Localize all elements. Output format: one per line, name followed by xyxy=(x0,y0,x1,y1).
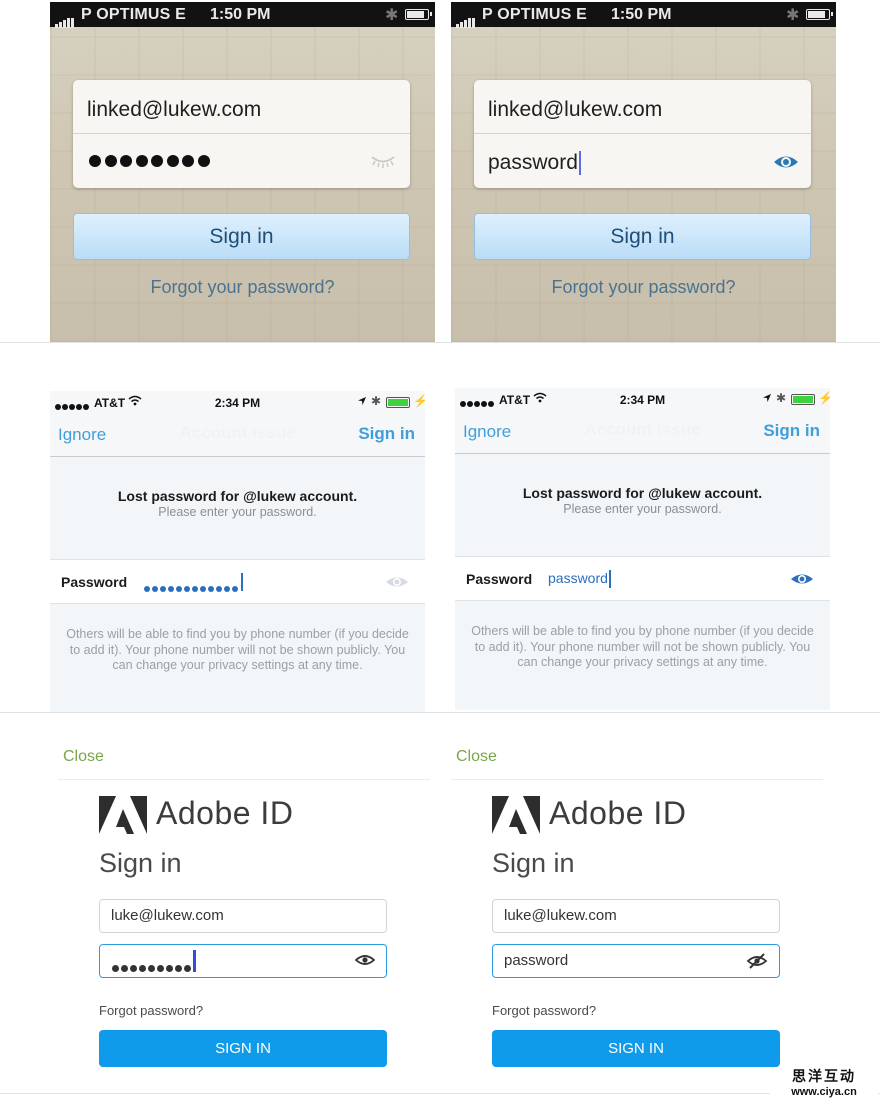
email-field[interactable]: luke@lukew.com xyxy=(492,899,780,933)
password-text: password xyxy=(488,151,578,174)
status-time: 1:50 PM xyxy=(611,6,672,23)
forgot-password-link[interactable]: Forgot password? xyxy=(99,1003,203,1018)
battery-icon xyxy=(386,397,410,408)
phone-screen-masked-ios: AT&T 2:34 PM ✱ ⚡ Ignore Account issue Si… xyxy=(50,391,425,713)
signal-bars-icon xyxy=(456,10,476,28)
login-card: linked@lukew.com xyxy=(73,80,410,188)
hide-password-eye-slash-icon[interactable] xyxy=(746,953,768,969)
charging-icon: ⚡ xyxy=(818,391,830,405)
eye-open-icon[interactable] xyxy=(773,153,799,171)
password-field-visible[interactable]: password xyxy=(488,151,581,176)
eye-closed-icon[interactable] xyxy=(370,152,396,170)
text-cursor xyxy=(193,950,196,972)
email-field[interactable]: linked@lukew.com xyxy=(87,98,261,122)
adobe-signin-visible: Close Adobe ID Sign in luke@lukew.com pa… xyxy=(443,712,823,1102)
battery-icon xyxy=(405,9,432,20)
password-field-masked[interactable] xyxy=(99,944,387,978)
page-title: Sign in xyxy=(492,848,575,878)
status-time: 2:34 PM xyxy=(619,393,666,407)
prompt-subtitle: Please enter your password. xyxy=(563,502,722,516)
phone-screen-visible-ios: AT&T 2:34 PM ✱ ⚡ Ignore Account issue Si… xyxy=(455,388,830,710)
navigation-bar: Ignore Account issue Sign in xyxy=(50,413,425,457)
phone-screen-masked-legacy: P OPTIMUS E 1:50 PM ✱ linked@lukew.com S… xyxy=(50,2,435,342)
charging-icon: ⚡ xyxy=(413,394,425,408)
watermark-url: www.ciya.cn xyxy=(791,1086,857,1098)
password-row: Password password xyxy=(455,556,830,601)
eye-icon[interactable] xyxy=(790,572,814,586)
password-row: Password xyxy=(50,559,425,604)
show-password-eye-icon[interactable] xyxy=(355,953,375,967)
email-field[interactable]: luke@lukew.com xyxy=(99,899,387,933)
status-time: 1:50 PM xyxy=(210,6,271,23)
privacy-info: Others will be able to find you by phone… xyxy=(66,627,409,672)
bluetooth-icon: ✱ xyxy=(385,7,399,24)
status-bar: AT&T 2:34 PM ✱ ⚡ xyxy=(50,391,425,413)
password-field-visible[interactable]: password xyxy=(548,570,611,589)
eye-icon[interactable] xyxy=(385,575,409,589)
password-text: password xyxy=(504,952,569,969)
password-label: Password xyxy=(61,574,128,590)
watermark-title: 思洋互动 xyxy=(792,1068,856,1084)
header-divider xyxy=(58,779,430,780)
password-label: Password xyxy=(466,571,533,587)
prompt-title: Lost password for @lukew account. xyxy=(522,485,763,501)
text-cursor xyxy=(241,573,243,591)
privacy-info: Others will be able to find you by phone… xyxy=(471,624,814,669)
prompt-title: Lost password for @lukew account. xyxy=(117,488,358,504)
bluetooth-icon: ✱ xyxy=(371,394,382,408)
location-arrow-icon xyxy=(763,394,771,402)
prompt-header: Lost password for @lukew account. Please… xyxy=(50,488,425,519)
forgot-password-link[interactable]: Forgot password? xyxy=(492,1003,596,1018)
phone-screen-visible-legacy: P OPTIMUS E 1:50 PM ✱ linked@lukew.com p… xyxy=(451,2,836,342)
email-value: luke@lukew.com xyxy=(504,907,617,924)
text-cursor xyxy=(608,570,611,589)
adobe-signin-masked: Close Adobe ID Sign in luke@lukew.com Fo… xyxy=(50,712,430,1102)
brand-title: Adobe ID xyxy=(549,795,687,831)
email-value: luke@lukew.com xyxy=(111,907,224,924)
email-field[interactable]: linked@lukew.com xyxy=(488,98,662,122)
password-text: password xyxy=(548,570,608,586)
close-button[interactable]: Close xyxy=(456,748,497,766)
sign-in-button[interactable]: Sign in xyxy=(474,213,811,260)
sign-in-button[interactable]: Sign in xyxy=(73,213,410,260)
password-field-masked[interactable] xyxy=(144,573,243,597)
page-title: Sign in xyxy=(99,848,182,878)
watermark: 思洋互动 www.ciya.cn xyxy=(770,1067,878,1103)
forgot-password-link[interactable]: Forgot your password? xyxy=(451,277,836,298)
field-divider xyxy=(474,133,811,134)
header-divider xyxy=(451,779,823,780)
battery-icon xyxy=(806,9,833,20)
location-arrow-icon xyxy=(358,397,366,405)
carrier-label: P OPTIMUS E xyxy=(482,6,588,23)
prompt-subtitle: Please enter your password. xyxy=(158,505,317,519)
bluetooth-icon: ✱ xyxy=(776,391,787,405)
status-time: 2:34 PM xyxy=(214,396,261,410)
adobe-logo-icon xyxy=(99,796,147,834)
signal-bars-icon xyxy=(55,10,75,28)
password-dots xyxy=(112,950,196,979)
status-bar: P OPTIMUS E 1:50 PM ✱ xyxy=(451,2,836,28)
prompt-header: Lost password for @lukew account. Please… xyxy=(455,485,830,516)
brand-title: Adobe ID xyxy=(156,795,294,831)
field-divider xyxy=(73,133,410,134)
sign-in-button[interactable]: Sign in xyxy=(358,424,415,444)
navigation-bar: Ignore Account issue Sign in xyxy=(455,410,830,454)
password-field-masked[interactable] xyxy=(89,154,213,172)
sign-in-button[interactable]: Sign in xyxy=(763,421,820,441)
battery-icon xyxy=(791,394,815,405)
sign-in-button[interactable]: SIGN IN xyxy=(492,1030,780,1067)
status-bar: AT&T 2:34 PM ✱ ⚡ xyxy=(455,388,830,410)
forgot-password-link[interactable]: Forgot your password? xyxy=(50,277,435,298)
sign-in-button[interactable]: SIGN IN xyxy=(99,1030,387,1067)
text-cursor xyxy=(578,151,581,176)
section-divider xyxy=(0,1093,880,1094)
carrier-label: P OPTIMUS E xyxy=(81,6,187,23)
login-card: linked@lukew.com password xyxy=(474,80,811,188)
section-divider xyxy=(0,342,880,343)
bluetooth-icon: ✱ xyxy=(786,7,800,24)
adobe-logo-icon xyxy=(492,796,540,834)
password-field-visible[interactable]: password xyxy=(492,944,780,978)
close-button[interactable]: Close xyxy=(63,748,104,766)
status-bar: P OPTIMUS E 1:50 PM ✱ xyxy=(50,2,435,28)
